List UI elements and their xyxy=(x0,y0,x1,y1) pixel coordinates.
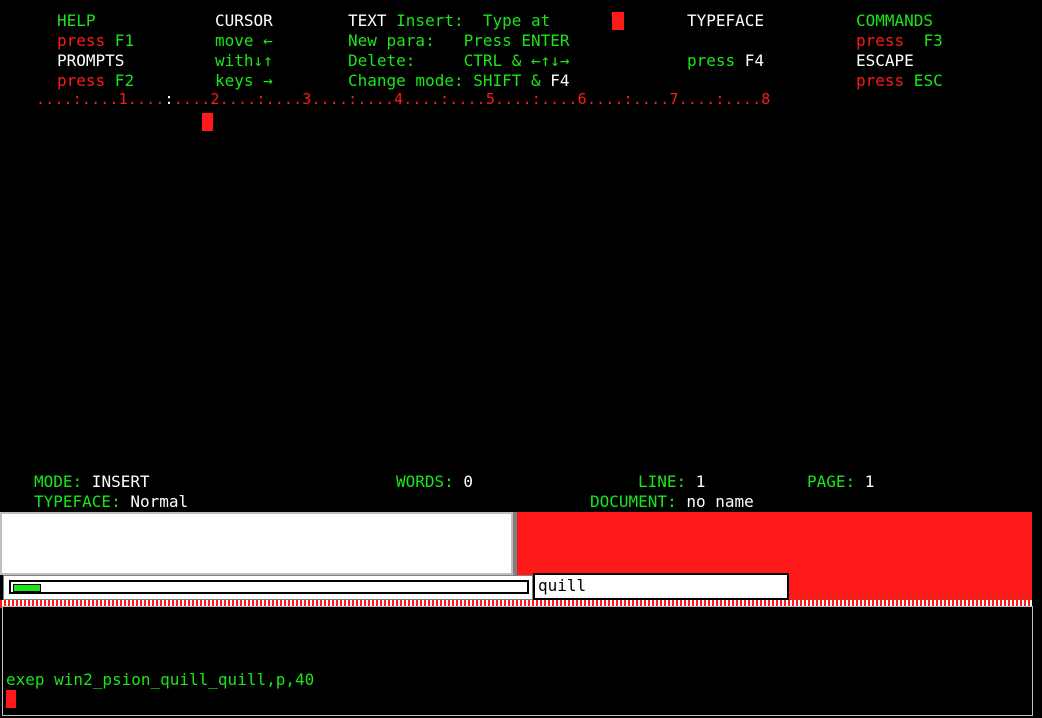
progress-bar xyxy=(9,580,529,594)
text-insert-label: Insert: xyxy=(386,11,464,30)
document-label: DOCUMENT: xyxy=(590,492,677,511)
console-cursor[interactable] xyxy=(6,690,16,708)
delete-hint: Delete: CTRL & ←↑↓→ xyxy=(348,51,570,71)
line-label: LINE: xyxy=(638,472,687,491)
help-key-hint: press F1 xyxy=(57,31,134,51)
help-press-label: press xyxy=(57,31,106,50)
typeface-key-f4: F4 xyxy=(735,51,765,70)
escape-press-label: press xyxy=(856,71,905,90)
commands-title: COMMANDS xyxy=(856,11,934,30)
line-value: 1 xyxy=(686,472,706,491)
text-cursor[interactable] xyxy=(202,113,213,131)
progress-bar-frame xyxy=(3,575,533,600)
typeface-label: TYPEFACE: xyxy=(34,492,121,511)
line-status: LINE: 1 xyxy=(638,472,705,492)
change-mode-key: F4 xyxy=(540,71,570,90)
help-title: HELP xyxy=(57,11,96,30)
page-status: PAGE: 1 xyxy=(807,472,874,492)
delete-value: CTRL & ←↑↓→ xyxy=(415,51,570,70)
document-area[interactable] xyxy=(0,135,1042,465)
words-value: 0 xyxy=(453,472,474,491)
active-window-name[interactable]: quill xyxy=(533,573,789,600)
prompts-title: PROMPTS xyxy=(57,51,125,70)
mode-status: MODE: INSERT xyxy=(34,472,150,492)
cursor-line-1: move ← xyxy=(215,31,273,50)
insert-cursor-icon xyxy=(612,12,624,30)
ruler-cursor-mark: : xyxy=(164,90,174,108)
white-panel xyxy=(0,512,513,575)
commands-key-hint: press F3 xyxy=(856,31,943,51)
commands-key-f3: F3 xyxy=(904,31,943,50)
text-title: TEXT xyxy=(348,11,387,30)
change-mode-label: Change mode: SHIFT & xyxy=(348,71,541,90)
prompts-key-hint: press F2 xyxy=(57,71,134,91)
ruler-left: ....:....1.... xyxy=(36,90,165,108)
newpara-value: Press ENTER xyxy=(434,31,570,50)
progress-bar-fill xyxy=(13,584,41,592)
text-help-header: TEXT Insert: Type at xyxy=(348,11,550,31)
mode-label: MODE: xyxy=(34,472,83,491)
text-type-at: Type at xyxy=(463,11,551,30)
cursor-title: CURSOR xyxy=(215,11,273,30)
ruler: ....:....1....:....2....:....3....:....4… xyxy=(36,89,770,109)
typeface-key-hint: press F4 xyxy=(687,51,764,71)
document-status: DOCUMENT: no name xyxy=(590,492,754,512)
words-label: WORDS: xyxy=(396,472,454,491)
change-mode-hint: Change mode: SHIFT & F4 xyxy=(348,71,570,91)
typeface-status: TYPEFACE: Normal xyxy=(34,492,188,512)
cursor-line-2: with↓↑ xyxy=(215,51,273,70)
escape-key-hint: press ESC xyxy=(856,71,943,91)
ruler-right: ....2....:....3....:....4....:....5....:… xyxy=(173,90,771,108)
escape-title: ESCAPE xyxy=(856,51,914,70)
prompts-key-f2: F2 xyxy=(105,71,135,90)
console-command: exep win2_psion_quill_quill,p,40 xyxy=(6,670,315,689)
delete-label: Delete: xyxy=(348,51,416,70)
right-edge xyxy=(1033,512,1042,718)
cursor-line-3: keys → xyxy=(215,71,273,90)
typeface-title: TYPEFACE xyxy=(687,11,765,30)
newpara-hint: New para: Press ENTER xyxy=(348,31,570,51)
page-value: 1 xyxy=(855,472,875,491)
prompts-press-label: press xyxy=(57,71,106,90)
command-console[interactable] xyxy=(2,606,1033,716)
newpara-label: New para: xyxy=(348,31,435,50)
mode-value: INSERT xyxy=(82,472,150,491)
typeface-value: Normal xyxy=(120,492,189,511)
commands-press-label: press xyxy=(856,31,905,50)
typeface-press-label: press xyxy=(687,51,736,70)
words-status: WORDS: 0 xyxy=(396,472,473,492)
help-key-f1: F1 xyxy=(105,31,135,50)
page-label: PAGE: xyxy=(807,472,856,491)
escape-key-esc: ESC xyxy=(904,71,943,90)
document-value: no name xyxy=(676,492,754,511)
